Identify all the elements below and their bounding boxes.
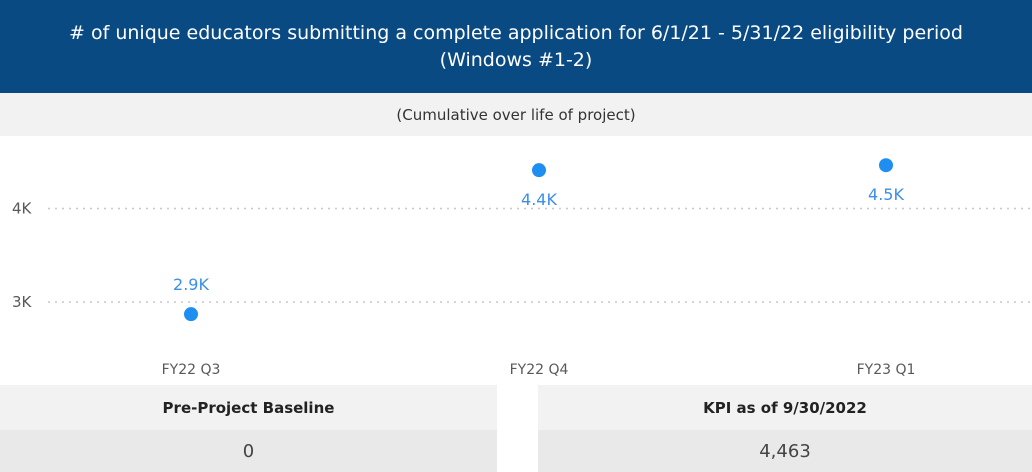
data-label: 4.4K bbox=[521, 190, 557, 209]
kpi-card: KPI as of 9/30/2022 4,463 bbox=[538, 385, 1032, 472]
y-tick-label: 3K bbox=[12, 293, 33, 311]
baseline-value: 0 bbox=[0, 430, 497, 472]
chart-subtitle-bar: (Cumulative over life of project) bbox=[0, 93, 1032, 136]
baseline-label: Pre-Project Baseline bbox=[0, 385, 497, 430]
data-point bbox=[532, 163, 546, 178]
y-axis-ticks: 3K 4K bbox=[12, 200, 33, 312]
x-axis-ticks: FY22 Q3 FY22 Q4 FY23 Q1 bbox=[162, 362, 916, 378]
data-label: 2.9K bbox=[173, 275, 209, 294]
data-point bbox=[879, 158, 893, 173]
y-tick-label: 4K bbox=[12, 200, 33, 218]
data-label: 4.5K bbox=[868, 185, 904, 204]
chart-title: # of unique educators submitting a compl… bbox=[69, 21, 963, 71]
x-tick-label: FY22 Q3 bbox=[162, 362, 221, 378]
chart-subtitle: (Cumulative over life of project) bbox=[396, 105, 636, 124]
kpi-label: KPI as of 9/30/2022 bbox=[538, 385, 1032, 430]
x-tick-label: FY22 Q4 bbox=[510, 362, 569, 378]
data-point bbox=[184, 307, 198, 322]
scatter-chart: 3K 4K 2.9K 4.4K 4.5K FY22 Q3 FY22 Q4 FY23 Q1 bbox=[12, 158, 1030, 378]
kpi-value: 4,463 bbox=[538, 430, 1032, 472]
data-points: 2.9K 4.4K 4.5K bbox=[173, 158, 904, 322]
x-tick-label: FY23 Q1 bbox=[857, 362, 916, 378]
baseline-card: Pre-Project Baseline 0 bbox=[0, 385, 497, 472]
chart-title-bar: # of unique educators submitting a compl… bbox=[0, 0, 1032, 93]
